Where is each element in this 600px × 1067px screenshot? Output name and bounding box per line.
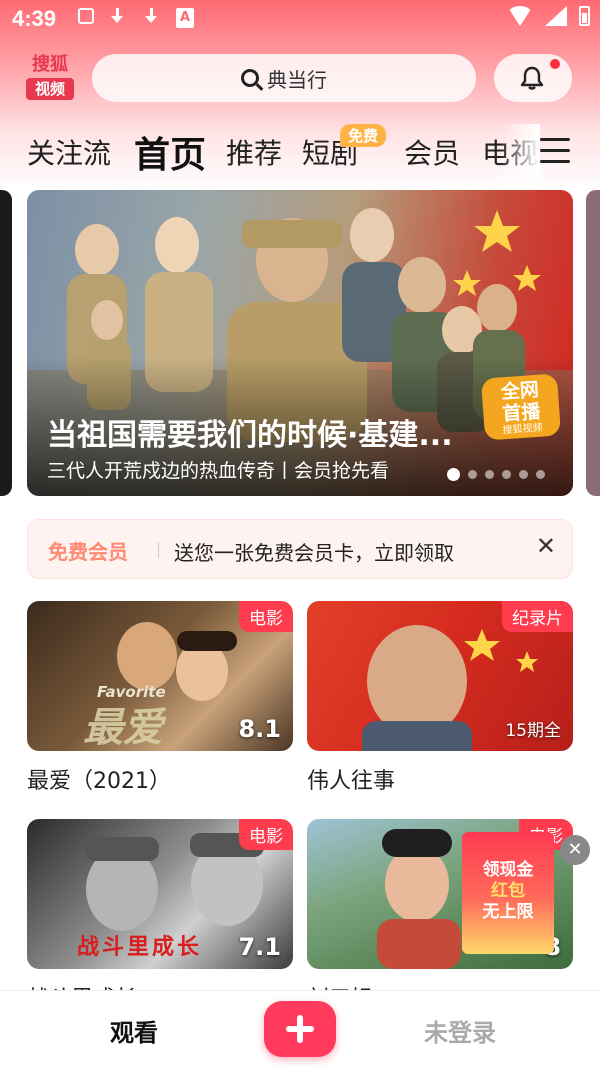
video-card[interactable]: 纪录片 15期全 伟人往事 (307, 601, 573, 795)
carousel-dot[interactable] (447, 468, 460, 481)
sohu-video-logo[interactable]: 搜狐 视频 (26, 54, 74, 102)
close-icon[interactable]: ✕ (536, 532, 556, 560)
rating-score: 7.1 (238, 933, 281, 961)
wifi-icon (507, 6, 533, 26)
menu-icon[interactable] (540, 138, 570, 163)
notification-dot (550, 59, 560, 69)
promo-label: 免费会员 (48, 540, 128, 564)
banner-subtitle: 三代人开荒戍边的热血传奇丨会员抢先看 (47, 460, 390, 482)
cell-signal-icon (545, 6, 567, 26)
free-badge: 免费 (340, 124, 387, 147)
carousel-dot[interactable] (536, 470, 545, 479)
poster-chinese-title: 最爱 (83, 705, 163, 751)
video-title[interactable]: 最爱（2021） (27, 763, 293, 795)
notification-button[interactable] (494, 54, 572, 102)
carousel-dot[interactable] (519, 470, 528, 479)
close-icon[interactable]: ✕ (560, 835, 590, 865)
category-tabs: 关注流 首页 推荐 短剧 免费 会员 电视 (0, 124, 600, 180)
banner-prev-peek[interactable] (0, 190, 12, 496)
bottom-navigation: 观看 未登录 (0, 990, 600, 1067)
cash-redpacket-ad[interactable]: 领现金 红包 无上限 (462, 832, 554, 954)
poster-chinese-title: 战斗里成长 (77, 935, 203, 960)
logo-bottom-text: 视频 (26, 78, 74, 100)
category-tag: 纪录片 (502, 601, 573, 632)
carousel-dot[interactable] (485, 470, 494, 479)
carousel-indicator (447, 468, 545, 481)
hero-banner[interactable]: 全网首播 搜狐视频 当祖国需要我们的时候·基建... 三代人开荒戍边的热血传奇丨… (27, 190, 573, 496)
premiere-badge: 全网首播 搜狐视频 (480, 373, 562, 441)
video-card[interactable]: Favorite 最爱 电影 8.1 最爱（2021） (27, 601, 293, 795)
episode-count: 15期全 (505, 721, 561, 741)
download-notification-icon (142, 8, 162, 28)
tab-vip[interactable]: 会员 (404, 132, 460, 172)
tab-recommend[interactable]: 推荐 (226, 132, 282, 172)
gallery-notification-icon (78, 8, 94, 24)
download-notification-icon (108, 8, 128, 28)
ad-line: 无上限 (482, 902, 534, 922)
carousel-dot[interactable] (502, 470, 511, 479)
promo-text: 送您一张免费会员卡，立即领取 (174, 541, 454, 565)
banner-next-peek[interactable] (586, 190, 600, 496)
ad-line: 红包 (491, 881, 525, 901)
tab-home[interactable]: 首页 (134, 126, 206, 178)
carousel-dot[interactable] (468, 470, 477, 479)
search-icon (241, 69, 259, 87)
category-tag: 电影 (239, 819, 293, 850)
battery-icon (579, 6, 590, 26)
logo-top-text: 搜狐 (32, 54, 68, 75)
rating-score: 8.1 (238, 715, 281, 743)
nav-login[interactable]: 未登录 (424, 1013, 496, 1048)
ad-line: 领现金 (482, 860, 534, 880)
nav-watch[interactable]: 观看 (110, 1013, 158, 1048)
video-title[interactable]: 伟人往事 (307, 763, 573, 795)
add-button[interactable] (264, 1001, 336, 1057)
app-notification-icon: A (176, 8, 194, 28)
video-card[interactable]: 战斗里成长 电影 7.1 战斗里成长 (27, 819, 293, 1013)
search-suggestion: 典当行 (267, 67, 327, 92)
video-thumbnail[interactable]: Favorite 最爱 电影 8.1 (27, 601, 293, 751)
bell-icon (520, 66, 544, 90)
banner-title: 当祖国需要我们的时候·基建... (47, 418, 453, 453)
search-bar[interactable]: 典当行 (92, 54, 476, 102)
video-thumbnail[interactable]: 纪录片 15期全 (307, 601, 573, 751)
status-time: 4:39 (12, 6, 57, 31)
tab-follow[interactable]: 关注流 (27, 132, 111, 172)
category-tag: 电影 (239, 601, 293, 632)
status-bar: 4:39 A (0, 0, 600, 40)
free-vip-promo[interactable]: 免费会员 送您一张免费会员卡，立即领取 ✕ (27, 519, 573, 579)
video-thumbnail[interactable]: 战斗里成长 电影 7.1 (27, 819, 293, 969)
